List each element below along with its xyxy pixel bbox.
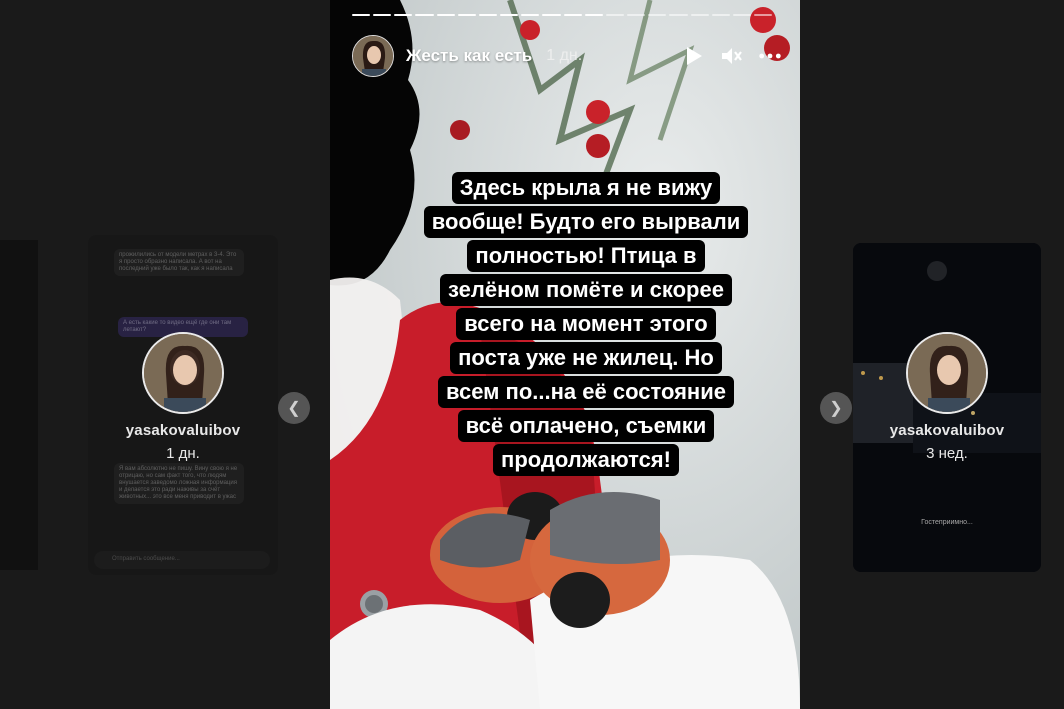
progress-segment: [436, 14, 455, 16]
progress-segment: [415, 14, 434, 16]
progress-segment: [542, 14, 561, 16]
avatar: [906, 332, 988, 414]
avatar-image-icon: [144, 334, 222, 412]
chevron-right-icon: ❯: [829, 400, 843, 417]
progress-segment: [711, 14, 730, 16]
next-story-button[interactable]: ❯: [820, 392, 852, 424]
story-header: Жесть как есть 1 дн.: [352, 34, 782, 78]
more-icon: [759, 53, 781, 59]
progress-segment: [563, 14, 582, 16]
avatar-image-icon: [353, 36, 393, 76]
progress-segment: [690, 14, 709, 16]
avatar-image-icon: [908, 334, 986, 412]
caption-line: всем по...на её состояние: [438, 376, 734, 408]
caption-line: поста уже не жилец. Но: [450, 342, 722, 374]
progress-segment: [648, 14, 667, 16]
progress-segment: [478, 14, 498, 16]
progress-segment: [352, 14, 371, 16]
progress-segment: [521, 14, 540, 16]
preview-time: 1 дн.: [166, 445, 200, 462]
story-progress-bar: [352, 14, 773, 17]
play-icon: [687, 47, 702, 65]
progress-segment: [669, 14, 688, 16]
caption-line: всего на момент этого: [456, 308, 716, 340]
main-story[interactable]: Жесть как есть 1 дн. Здесь крыла я не ви…: [330, 0, 800, 709]
previous-story-button[interactable]: ❮: [278, 392, 310, 424]
preview-username: yasakovaluibov: [125, 422, 241, 439]
story-viewer: прожилились от модели метрах в 3-4. Это …: [0, 0, 1064, 709]
progress-segment: [732, 14, 751, 16]
caption-line: полностью! Птица в: [467, 240, 705, 272]
caption-line: всё оплачено, съемки: [457, 410, 715, 442]
right-preview-info[interactable]: yasakovaluibov 3 нед.: [852, 332, 1042, 462]
story-controls: [682, 44, 782, 68]
play-button[interactable]: [682, 44, 706, 68]
avatar: [142, 332, 224, 414]
far-left-preview[interactable]: [0, 240, 38, 570]
mute-icon: [722, 48, 742, 64]
caption-line: вообще! Будто его вырвали: [423, 206, 749, 238]
progress-segment: [394, 14, 413, 16]
progress-segment: [373, 14, 392, 16]
progress-segment: [753, 14, 773, 16]
preview-username: yasakovaluibov: [889, 422, 1005, 439]
story-caption: Здесь крыла я не вижу вообще! Будто его …: [406, 172, 766, 478]
progress-segment: [584, 14, 603, 16]
story-time: 1 дн.: [546, 47, 583, 64]
caption-line: зелёном помёте и скорее: [440, 274, 732, 306]
caption-line: Здесь крыла я не вижу: [451, 172, 721, 204]
progress-segment: [500, 14, 519, 16]
chevron-left-icon: ❮: [287, 400, 301, 417]
mute-button[interactable]: [720, 44, 744, 68]
progress-segment: [627, 14, 646, 16]
preview-dim-overlay: [0, 240, 38, 570]
progress-segment: [457, 14, 476, 16]
left-preview-info[interactable]: yasakovaluibov 1 дн.: [88, 332, 278, 462]
progress-segment: [605, 14, 625, 16]
story-username[interactable]: Жесть как есть: [406, 46, 532, 66]
avatar[interactable]: [352, 35, 394, 77]
caption-line: продолжаются!: [493, 444, 679, 476]
preview-time: 3 нед.: [926, 445, 968, 462]
more-options-button[interactable]: [758, 44, 782, 68]
